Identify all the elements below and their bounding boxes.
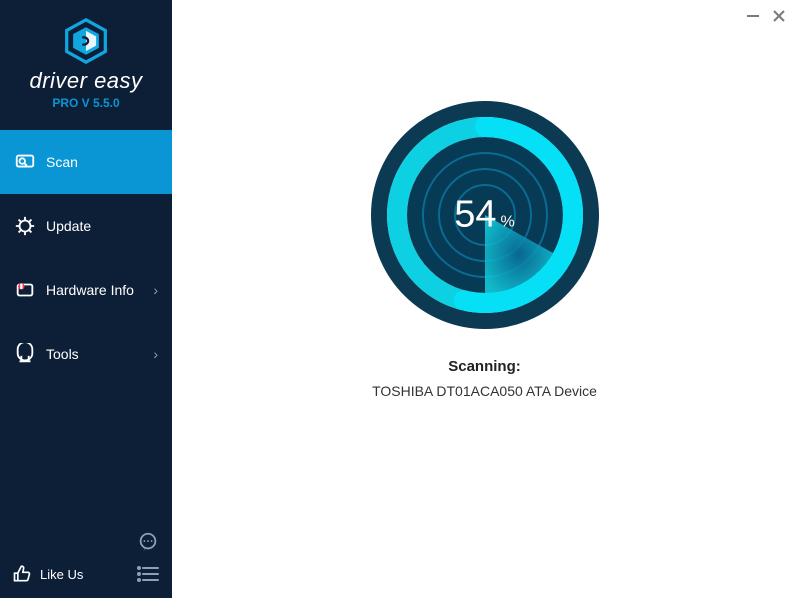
svg-text:i: i	[21, 284, 22, 289]
progress-number: 54	[454, 194, 496, 237]
like-us-label: Like Us	[40, 567, 83, 582]
sidebar-item-update[interactable]: Update	[0, 194, 172, 258]
status-section: Scanning: TOSHIBA DT01ACA050 ATA Device	[372, 358, 597, 399]
menu-icon[interactable]	[136, 565, 160, 583]
update-icon	[14, 215, 36, 237]
sidebar-item-hardware-info[interactable]: i Hardware Info ›	[0, 258, 172, 322]
progress-percent-symbol: %	[501, 214, 515, 232]
main-content: 54 % Scanning: TOSHIBA DT01ACA050 ATA De…	[172, 0, 797, 598]
app-name: driver easy	[29, 68, 142, 94]
sidebar: driver easy PRO V 5.5.0 Scan Upda	[0, 0, 172, 598]
app-logo-icon	[63, 18, 109, 64]
logo-section: driver easy PRO V 5.5.0	[0, 0, 172, 120]
thumbs-up-icon	[12, 564, 32, 584]
sidebar-item-label: Hardware Info	[46, 282, 153, 298]
like-us-button[interactable]: Like Us	[12, 564, 83, 584]
sidebar-item-label: Update	[46, 218, 158, 234]
sidebar-item-scan[interactable]: Scan	[0, 130, 172, 194]
window-controls	[745, 8, 787, 24]
hardware-info-icon: i	[14, 279, 36, 301]
minimize-button[interactable]	[745, 8, 761, 24]
scan-icon	[14, 151, 36, 173]
close-button[interactable]	[771, 8, 787, 24]
status-label: Scanning:	[372, 358, 597, 375]
scan-progress-ring: 54 %	[370, 100, 600, 330]
tools-icon	[14, 343, 36, 365]
nav: Scan Update i Hardware Info ›	[0, 130, 172, 520]
chevron-right-icon: ›	[153, 282, 158, 298]
status-device: TOSHIBA DT01ACA050 ATA Device	[372, 383, 597, 399]
sidebar-item-tools[interactable]: Tools ›	[0, 322, 172, 386]
sidebar-item-label: Tools	[46, 346, 153, 362]
sidebar-item-label: Scan	[46, 154, 158, 170]
scan-area: 54 % Scanning: TOSHIBA DT01ACA050 ATA De…	[172, 0, 797, 399]
chevron-right-icon: ›	[153, 346, 158, 362]
progress-text: 54 %	[454, 194, 515, 237]
chat-icon[interactable]	[136, 530, 160, 554]
app-version: PRO V 5.5.0	[52, 96, 119, 110]
sidebar-bottom: Like Us	[0, 520, 172, 598]
